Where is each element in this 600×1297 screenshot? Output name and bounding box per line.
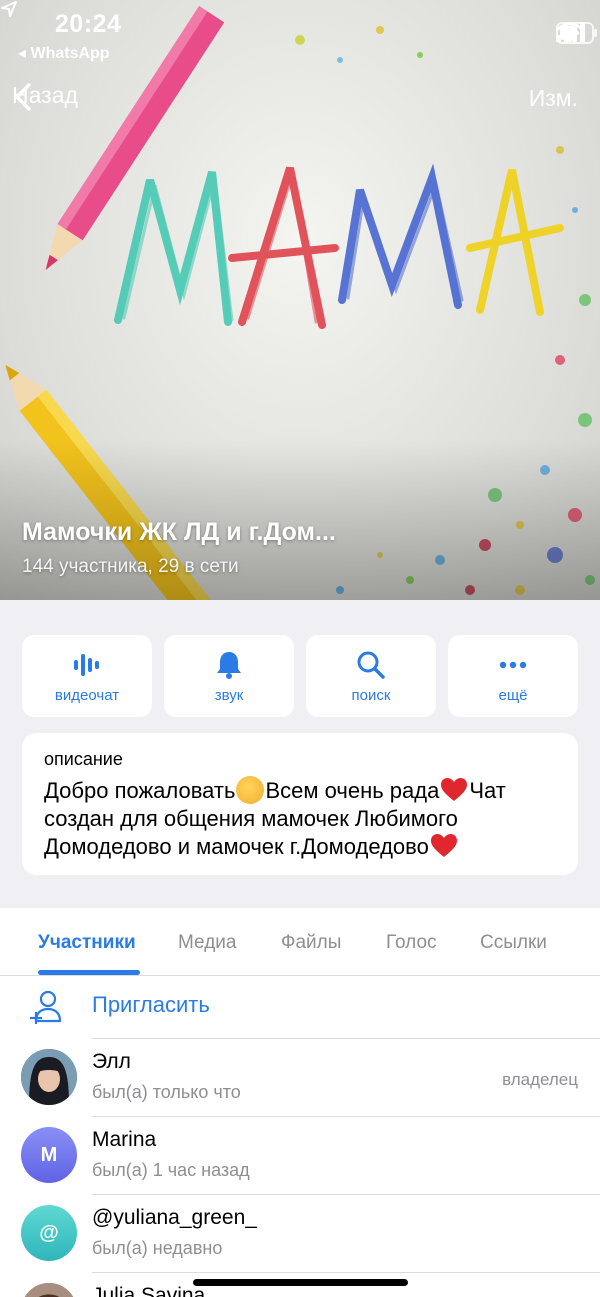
group-header-image: 20:24 ◂ WhatsApp Назад Изм. Мамочки ЖК Л…	[0, 0, 600, 600]
member-status: был(а) недавно	[92, 1238, 223, 1258]
tab-members[interactable]: Участники	[38, 932, 136, 954]
edit-button[interactable]: Изм.	[529, 85, 578, 112]
member-row[interactable]: Элл был(а) только что владелец	[0, 1038, 600, 1116]
invite-label: Пригласить	[92, 992, 210, 1017]
description-text: Добро пожаловать Всем очень рада Чат созда…	[44, 776, 556, 861]
tab-media[interactable]: Медиа	[178, 932, 236, 954]
status-time: 20:24	[55, 10, 122, 38]
avatar: M	[21, 1127, 77, 1183]
description-part: Всем очень рада	[265, 778, 440, 803]
tab-files[interactable]: Файлы	[281, 932, 341, 954]
description-part: создан для общения мамочек Любимого	[44, 806, 458, 831]
user-photo-icon	[21, 1283, 77, 1297]
videochat-label: видеочат	[54, 686, 120, 704]
videochat-button[interactable]: видеочат	[22, 635, 152, 717]
member-row[interactable]: M Marina был(а) 1 час назад	[0, 1116, 600, 1194]
battery-icon	[556, 22, 597, 44]
members-section: Участники Медиа Файлы Голос Ссылки Пригл…	[0, 908, 600, 1297]
member-status: был(а) 1 час назад	[92, 1160, 250, 1180]
search-icon	[357, 651, 385, 679]
avatar: @	[21, 1205, 77, 1261]
group-title: Мамочки ЖК ЛД и г.Дом...	[22, 518, 336, 546]
home-indicator[interactable]	[193, 1279, 408, 1286]
avatar	[21, 1283, 77, 1297]
tab-links[interactable]: Ссылки	[480, 932, 547, 954]
voice-wave-icon	[74, 653, 99, 676]
member-row[interactable]: @ @yuliana_green_ был(а) недавно	[0, 1194, 600, 1272]
bell-icon	[217, 651, 241, 679]
member-status: был(а) только что	[92, 1082, 241, 1102]
invite-button[interactable]: Пригласить	[0, 976, 600, 1038]
group-member-count: 144 участника, 29 в сети	[22, 556, 239, 577]
red-heart-emoji-icon	[430, 834, 457, 857]
member-name: Julia Savina	[92, 1284, 206, 1297]
sound-label: звук	[214, 686, 244, 704]
description-part: Домодедово и мамочек г.Домодедово	[44, 834, 429, 859]
more-label: ещё	[498, 686, 528, 704]
member-name: Элл	[92, 1050, 131, 1073]
sound-button[interactable]: звук	[164, 635, 294, 717]
add-user-icon	[30, 990, 62, 1024]
action-buttons: видеочат звук поиск ещё	[22, 635, 578, 717]
profile-tabs: Участники Медиа Файлы Голос Ссылки	[0, 908, 600, 976]
chevron-left-icon	[15, 83, 31, 111]
member-name: @yuliana_green_	[92, 1206, 257, 1229]
back-to-app-link[interactable]: ◂ WhatsApp	[18, 43, 110, 63]
location-arrow-icon	[1, 1, 17, 17]
hugging-face-emoji-icon	[236, 776, 265, 804]
avatar	[21, 1049, 77, 1105]
red-heart-emoji-icon	[441, 778, 468, 801]
more-button[interactable]: ещё	[448, 635, 578, 717]
more-dots-icon	[499, 661, 527, 668]
member-role-badge: владелец	[502, 1070, 578, 1089]
active-tab-indicator	[38, 970, 140, 975]
search-button[interactable]: поиск	[306, 635, 436, 717]
search-label: поиск	[351, 686, 391, 704]
member-name: Marina	[92, 1128, 157, 1151]
description-part: Добро пожаловать	[44, 778, 236, 803]
description-label: описание	[44, 749, 123, 769]
back-button[interactable]: Назад	[12, 82, 78, 111]
tab-voice[interactable]: Голос	[386, 932, 437, 954]
user-photo-icon	[21, 1049, 77, 1105]
description-card: описание Добро пожаловать Всем очень рада…	[22, 733, 578, 875]
status-bar: 20:24 ◂ WhatsApp	[0, 0, 600, 70]
description-part: Чат	[469, 778, 506, 803]
